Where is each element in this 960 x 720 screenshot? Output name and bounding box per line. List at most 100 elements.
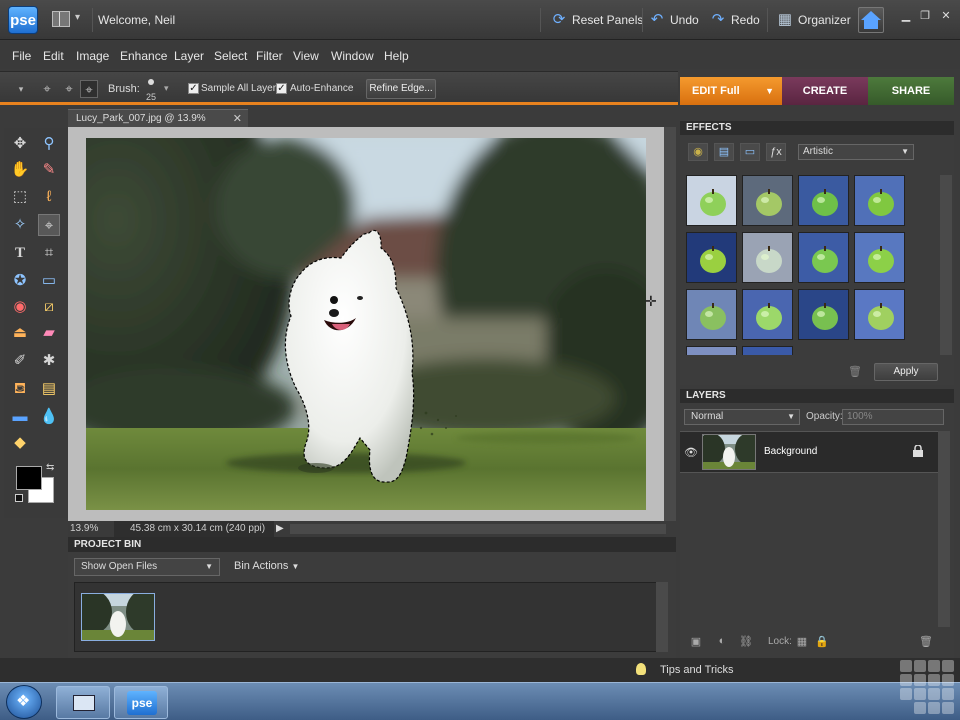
document-tab[interactable]: Lucy_Park_007.jpg @ 13.9% (RGB/8*) ✕ (68, 109, 248, 142)
organizer-button[interactable]: ▦ Organizer (776, 10, 851, 30)
close-icon[interactable]: ✕ (233, 110, 242, 128)
marquee-tool-icon[interactable]: ⬚ (9, 186, 31, 208)
restore-icon[interactable]: ❐ (917, 8, 933, 24)
effect-thumbnail[interactable] (854, 289, 905, 340)
smart-brush-tool-icon[interactable]: ✱ (38, 350, 60, 372)
effect-thumbnail[interactable] (686, 232, 737, 283)
effects-category-dropdown[interactable]: Artistic ▼ (798, 144, 914, 160)
refine-edge-button[interactable]: Refine Edge... (366, 79, 436, 99)
show-files-dropdown[interactable]: Show Open Files ▼ (74, 558, 220, 576)
filters-category-icon[interactable]: ◉ (688, 143, 708, 161)
document-canvas[interactable]: ✛ (68, 127, 664, 521)
menu-image[interactable]: Image (76, 49, 109, 63)
new-selection-brush-icon[interactable]: ⌖ (38, 80, 56, 98)
brush-tool-icon[interactable]: ✐ (9, 350, 31, 372)
eye-icon[interactable]: 👁 (684, 446, 698, 459)
clone-stamp-tool-icon[interactable]: ⏏ (9, 322, 31, 344)
tab-create[interactable]: CREATE (782, 77, 868, 105)
healing-brush-tool-icon[interactable]: ⧄ (38, 296, 60, 318)
hand-tool-icon[interactable]: ✋ (9, 159, 31, 181)
effect-thumbnail[interactable] (854, 232, 905, 283)
cookie-cutter-tool-icon[interactable]: ✪ (9, 270, 31, 292)
menu-window[interactable]: Window (331, 49, 374, 63)
bin-actions-menu[interactable]: Bin Actions ▼ (234, 560, 299, 572)
menu-enhance[interactable]: Enhance (120, 49, 167, 63)
tab-share[interactable]: SHARE (868, 77, 954, 105)
sponge-tool-icon[interactable]: ◆ (9, 432, 31, 454)
minimize-icon[interactable]: ▁ (898, 8, 914, 24)
menu-select[interactable]: Select (214, 49, 247, 63)
undo-button[interactable]: ↶ Undo (648, 10, 699, 30)
menu-help[interactable]: Help (384, 49, 409, 63)
photo-image[interactable] (86, 138, 646, 510)
menu-file[interactable]: File (12, 49, 31, 63)
blur-tool-icon[interactable]: 💧 (38, 406, 60, 428)
project-bin-thumbnail[interactable] (81, 593, 155, 641)
apply-button[interactable]: Apply (874, 363, 938, 381)
eraser-tool-icon[interactable]: ▰ (38, 322, 60, 344)
effect-thumbnail[interactable] (742, 175, 793, 226)
brush-preview[interactable] (148, 79, 154, 85)
tool-preset-dropdown[interactable]: ▾ (12, 80, 30, 98)
subtract-selection-brush-icon[interactable]: ⌖ (80, 80, 98, 98)
taskbar-app-pse[interactable]: pse (114, 686, 168, 719)
zoom-level[interactable]: 13.9% (70, 523, 98, 534)
move-tool-icon[interactable]: ✥ (9, 133, 31, 155)
project-bin-area[interactable] (74, 582, 662, 652)
paint-bucket-tool-icon[interactable]: ⛾ (9, 378, 31, 400)
all-effects-category-icon[interactable]: ƒx (766, 143, 786, 161)
gradient-tool-icon[interactable]: ▤ (38, 378, 60, 400)
menu-view[interactable]: View (293, 49, 319, 63)
start-button[interactable] (6, 685, 42, 719)
layers-scrollbar[interactable] (938, 431, 950, 627)
taskbar-app-organizer[interactable] (56, 686, 110, 719)
effect-thumbnail[interactable] (798, 232, 849, 283)
effect-thumbnail[interactable] (798, 175, 849, 226)
lasso-tool-icon[interactable]: ℓ (38, 186, 60, 208)
blend-mode-dropdown[interactable]: Normal ▼ (684, 409, 800, 425)
effect-thumbnail[interactable] (742, 346, 793, 355)
auto-enhance-checkbox[interactable]: ✓ (276, 83, 287, 94)
adjustment-layer-icon[interactable]: ◐ (714, 635, 730, 649)
workspace-switcher[interactable]: ▾ (52, 11, 88, 29)
add-selection-brush-icon[interactable]: ⌖ (60, 80, 78, 98)
trash-icon[interactable]: 🗑 (848, 365, 862, 378)
menu-filter[interactable]: Filter (256, 49, 283, 63)
brush-dropdown-chevron-icon[interactable]: ▾ (164, 83, 169, 94)
type-tool-icon[interactable]: T (9, 242, 31, 264)
crop-tool-icon[interactable]: ⌗ (38, 242, 60, 264)
reset-panels-button[interactable]: ⟳ Reset Panels (550, 10, 644, 30)
default-colors-icon[interactable] (15, 494, 23, 502)
project-bin-scrollbar[interactable] (656, 582, 668, 652)
menu-edit[interactable]: Edit (43, 49, 64, 63)
effect-thumbnail[interactable] (742, 232, 793, 283)
close-icon[interactable]: ✕ (938, 8, 954, 24)
eyedropper-tool-icon[interactable]: ✎ (38, 159, 60, 181)
straighten-tool-icon[interactable]: ▭ (38, 270, 60, 292)
delete-layer-icon[interactable]: 🗑 (918, 635, 934, 649)
magic-wand-tool-icon[interactable]: ✧ (9, 214, 31, 236)
opacity-field[interactable]: 100% (842, 409, 944, 425)
effect-thumbnail[interactable] (798, 289, 849, 340)
redo-button[interactable]: ↷ Redo (709, 10, 760, 30)
lock-transparency-icon[interactable]: ▦ (794, 635, 810, 649)
menu-layer[interactable]: Layer (174, 49, 204, 63)
sample-all-layers-checkbox[interactable]: ✓ (188, 83, 199, 94)
lock-all-icon[interactable]: 🔒 (814, 635, 830, 649)
effects-scrollbar[interactable] (940, 175, 952, 355)
tips-and-tricks-link[interactable]: Tips and Tricks (660, 664, 734, 676)
shape-tool-icon[interactable]: ▬ (9, 406, 31, 428)
zoom-tool-icon[interactable]: ⚲ (38, 133, 60, 155)
new-layer-icon[interactable]: ▣ (688, 635, 704, 649)
effect-thumbnail[interactable] (742, 289, 793, 340)
document-vertical-scrollbar[interactable] (664, 127, 676, 521)
layer-row-background[interactable]: 👁 Background (680, 431, 938, 473)
home-button[interactable] (858, 7, 884, 33)
effect-thumbnail[interactable] (686, 346, 737, 355)
foreground-color-top[interactable] (16, 466, 42, 490)
layer-styles-category-icon[interactable]: ▤ (714, 143, 734, 161)
swap-colors-icon[interactable]: ⇆ (46, 462, 54, 473)
red-eye-tool-icon[interactable]: ◉ (9, 296, 31, 318)
document-horizontal-scrollbar[interactable] (290, 524, 666, 534)
photo-effects-category-icon[interactable]: ▭ (740, 143, 760, 161)
